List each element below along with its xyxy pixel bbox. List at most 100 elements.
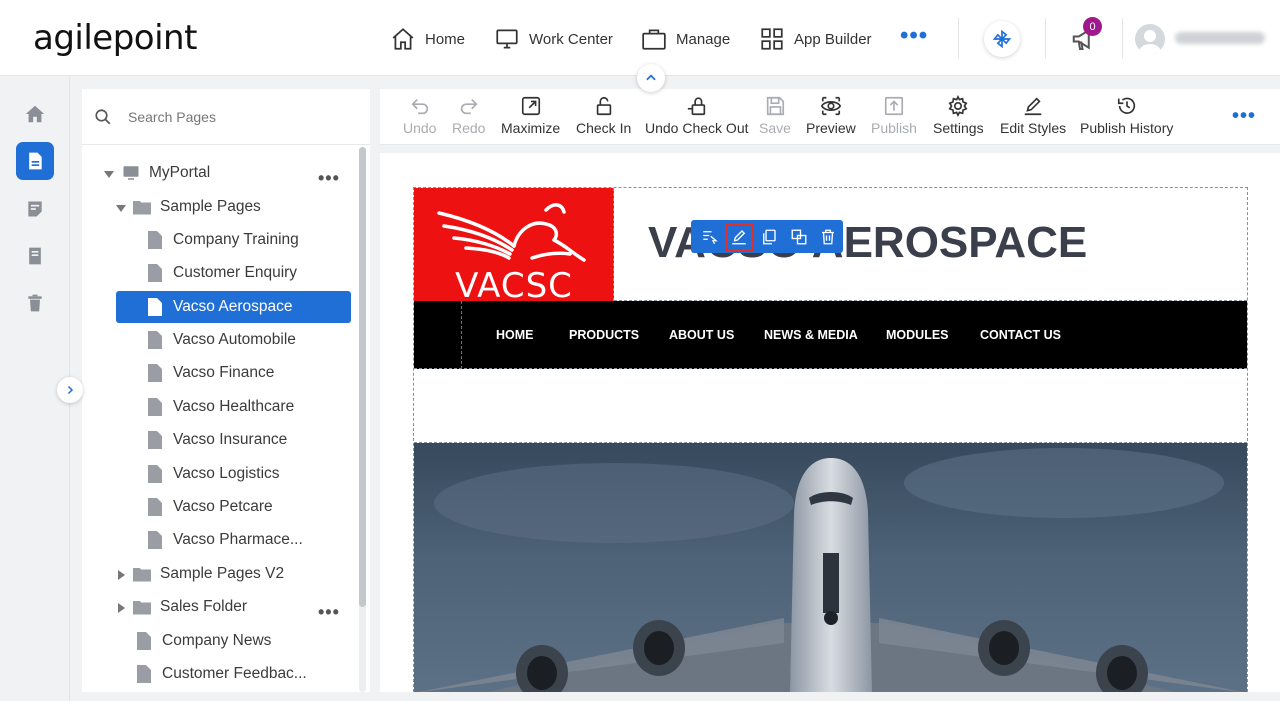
- rail-templates[interactable]: [16, 190, 54, 228]
- save-label: Save: [759, 120, 791, 136]
- tree-page-vacso-logistics[interactable]: Vacso Logistics: [146, 458, 280, 490]
- site-menu-home[interactable]: HOME: [496, 328, 534, 342]
- tree-page-vacso-healthcare[interactable]: Vacso Healthcare: [146, 391, 294, 423]
- tree-page-company-news[interactable]: Company News: [135, 625, 271, 657]
- site-menu-news-media[interactable]: NEWS & MEDIA: [764, 328, 858, 342]
- unlock-icon: [596, 96, 611, 116]
- empty-section[interactable]: [414, 369, 1247, 443]
- tree-page-vacso-petcare[interactable]: Vacso Petcare: [146, 491, 273, 523]
- tree-folder-sales-folder[interactable]: Sales Folder: [133, 591, 247, 623]
- avatar[interactable]: [1135, 24, 1165, 54]
- publish-history-button[interactable]: Publish History: [1080, 95, 1173, 141]
- tree-item-label: Vacso Petcare: [173, 498, 273, 515]
- rail-pages[interactable]: [16, 142, 54, 180]
- delete-element-button[interactable]: [813, 222, 843, 252]
- check-in-button[interactable]: Check In: [576, 95, 631, 141]
- nav-app-builder[interactable]: App Builder: [759, 24, 872, 54]
- tree-page-company-training[interactable]: Company Training: [146, 224, 299, 256]
- settings-button[interactable]: Settings: [933, 95, 984, 141]
- nav-manage-label: Manage: [676, 30, 731, 48]
- pencil-icon: [732, 229, 747, 244]
- trash-icon: [28, 294, 42, 312]
- move-icon: [791, 229, 807, 244]
- undo-icon: [411, 98, 428, 115]
- site-menu-modules[interactable]: MODULES: [886, 328, 949, 342]
- page-icon: [146, 331, 164, 349]
- page-icon: [135, 632, 153, 650]
- move-element-button[interactable]: [784, 222, 814, 252]
- agilepoint-assistant-button[interactable]: [984, 21, 1020, 57]
- edit-element-button[interactable]: [724, 221, 755, 252]
- menu-divider: [461, 301, 462, 369]
- tree-item-label: Company News: [162, 632, 272, 649]
- rail-home[interactable]: [16, 95, 54, 133]
- page-icon: [146, 398, 164, 416]
- redo-icon: [460, 98, 478, 115]
- caret-right-icon[interactable]: [116, 570, 126, 580]
- monitor-icon: [122, 164, 140, 182]
- hero-airplane-image[interactable]: [414, 443, 1247, 692]
- tree-page-vacso-pharmace[interactable]: Vacso Pharmace...: [146, 524, 303, 556]
- maximize-button[interactable]: Maximize: [501, 95, 560, 141]
- caret-down-icon[interactable]: [104, 169, 114, 179]
- divider: [1122, 18, 1123, 58]
- page-icon: [146, 264, 164, 282]
- rail-recycle-bin[interactable]: [16, 284, 54, 322]
- folder-icon: [133, 598, 151, 616]
- undo-button[interactable]: Undo: [403, 95, 436, 141]
- nav-more-menu[interactable]: •••: [900, 24, 928, 48]
- copy-element-button[interactable]: [754, 222, 784, 252]
- preview-icon: [820, 96, 841, 116]
- toolbar-more-menu[interactable]: •••: [1232, 105, 1256, 128]
- agilepoint-logo[interactable]: agilepoint: [33, 18, 197, 58]
- tree-page-vacso-aerospace[interactable]: Vacso Aerospace: [116, 291, 351, 323]
- site-menu-about-us[interactable]: ABOUT US: [669, 328, 734, 342]
- undo-check-out-button[interactable]: Undo Check Out: [645, 95, 749, 141]
- tree-scrollbar[interactable]: [359, 147, 366, 692]
- tree-page-vacso-automobile[interactable]: Vacso Automobile: [146, 324, 296, 356]
- nav-work-center[interactable]: Work Center: [494, 24, 613, 54]
- collapse-header-button[interactable]: [637, 64, 665, 92]
- select-parent-button[interactable]: [695, 222, 725, 252]
- save-button[interactable]: Save: [759, 95, 791, 141]
- page-icon: [146, 531, 164, 549]
- tree-page-vacso-finance[interactable]: Vacso Finance: [146, 357, 274, 389]
- site-menu-contact-us[interactable]: CONTACT US: [980, 328, 1061, 342]
- home-icon: [25, 105, 45, 123]
- preview-button[interactable]: Preview: [806, 95, 856, 141]
- page-tree-panel: MyPortal ••• Sample Pages Company Traini…: [82, 89, 370, 692]
- root-more-menu[interactable]: •••: [318, 169, 340, 187]
- rail-library[interactable]: [16, 237, 54, 275]
- template-icon: [28, 201, 42, 217]
- user-icon: [1139, 30, 1161, 54]
- tree-item-label: Customer Feedbac...: [162, 665, 307, 682]
- redo-button[interactable]: Redo: [452, 95, 485, 141]
- search-input[interactable]: [128, 106, 348, 128]
- tree-page-customer-feedback[interactable]: Customer Feedbac...: [135, 658, 307, 690]
- tree-folder-sample-pages[interactable]: Sample Pages: [133, 191, 261, 223]
- caret-right-icon[interactable]: [116, 603, 126, 613]
- monitor-icon: [496, 29, 518, 49]
- tree-page-vacso-insurance[interactable]: Vacso Insurance: [146, 424, 287, 456]
- tree-folder-sample-pages-v2[interactable]: Sample Pages V2: [133, 558, 284, 590]
- caret-down-icon[interactable]: [116, 203, 126, 213]
- tree-item-label: Vacso Automobile: [173, 331, 296, 348]
- settings-label: Settings: [933, 120, 984, 136]
- site-menu-products[interactable]: PRODUCTS: [569, 328, 639, 342]
- gear-icon: [948, 95, 968, 117]
- tree-root-myportal[interactable]: MyPortal: [122, 157, 210, 189]
- publish-button[interactable]: Publish: [871, 95, 917, 141]
- sales-folder-more-menu[interactable]: •••: [318, 603, 340, 621]
- nav-app-builder-label: App Builder: [794, 30, 872, 48]
- nav-home[interactable]: Home: [390, 24, 465, 54]
- expand-panel-button[interactable]: [57, 377, 83, 403]
- edit-styles-button[interactable]: Edit Styles: [1000, 95, 1066, 141]
- vacso-logo[interactable]: VACSC: [414, 188, 614, 306]
- tree-item-label: Sales Folder: [160, 598, 248, 615]
- site-header-section[interactable]: VACSC VACSO AEROSPACE: [414, 188, 1247, 306]
- scrollbar-thumb[interactable]: [359, 147, 366, 607]
- nav-manage[interactable]: Manage: [641, 24, 730, 54]
- tree-item-label: Vacso Insurance: [173, 431, 288, 448]
- tree-page-customer-enquiry[interactable]: Customer Enquiry: [146, 257, 297, 289]
- page-icon: [146, 498, 164, 516]
